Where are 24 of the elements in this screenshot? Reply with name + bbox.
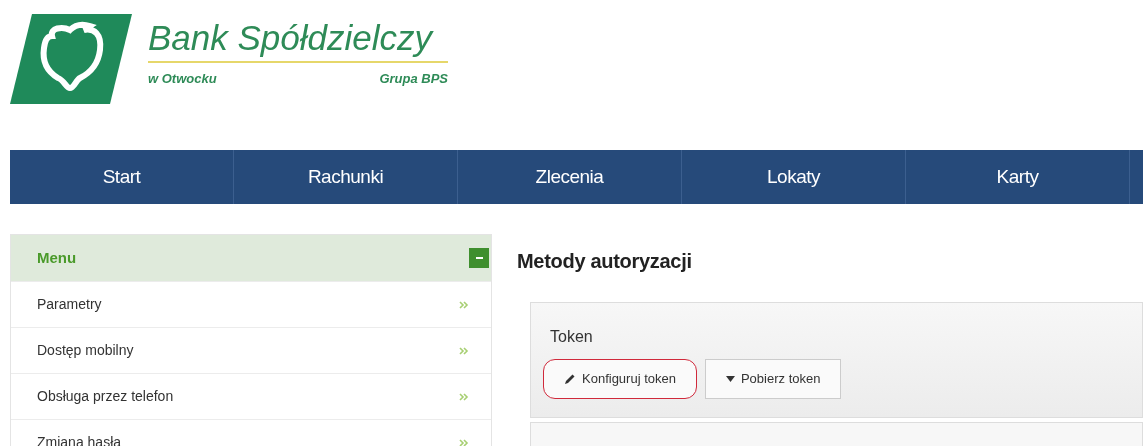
menu-item[interactable]: Obsługa przez telefon	[37, 386, 174, 407]
nav-tab[interactable]: Karty	[906, 150, 1130, 204]
branch-name: w Otwocku	[148, 70, 217, 88]
caret-icon	[725, 376, 735, 382]
panel-button[interactable]: Pobierz token	[704, 359, 842, 399]
bank-name: Bank Spółdzielczy	[148, 18, 435, 58]
nav-tab[interactable]: Rachunki	[234, 150, 458, 204]
panel-title: Token	[550, 327, 594, 347]
menu-item[interactable]: Dostęp mobilny	[37, 340, 134, 361]
page-title: Metody autoryzacji	[517, 249, 693, 274]
logo-icon	[10, 14, 132, 104]
nav-tab[interactable]: Zlecenia	[458, 150, 682, 204]
nav-tab[interactable]: Start	[10, 150, 234, 204]
menu-item[interactable]: Parametry	[37, 294, 102, 315]
menu-title: Menu	[37, 247, 77, 268]
panel-button[interactable]: Konfiguruj token	[543, 359, 697, 399]
group-name: Grupa BPS	[379, 70, 448, 88]
collapse-toggle[interactable]	[469, 248, 489, 268]
chevron-icon	[459, 300, 469, 309]
chevron-icon	[459, 392, 469, 401]
chevron-icon	[459, 346, 469, 355]
chevron-icon	[459, 438, 469, 446]
pencil-icon	[564, 373, 576, 385]
nav-tab[interactable]: Lokaty	[682, 150, 906, 204]
